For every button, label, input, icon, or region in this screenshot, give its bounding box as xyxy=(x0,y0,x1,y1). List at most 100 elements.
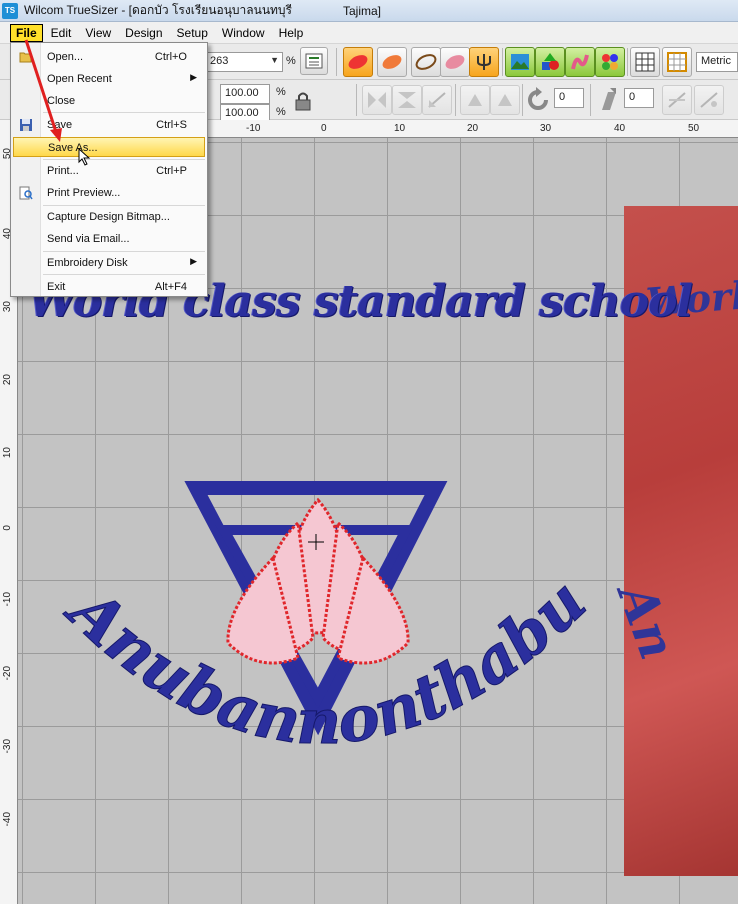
submenu-arrow-icon: ▶ xyxy=(190,256,197,266)
slant-button[interactable] xyxy=(596,86,620,114)
folder-open-icon xyxy=(19,52,32,63)
units-combo[interactable]: Metric xyxy=(696,52,738,72)
menu-separator xyxy=(43,205,205,206)
menu-separator xyxy=(43,112,205,113)
menu-item-open-recent[interactable]: Open Recent ▶ xyxy=(13,69,205,89)
ruler-label: 40 xyxy=(614,123,626,134)
menu-item-print-preview[interactable]: Print Preview... xyxy=(13,183,205,203)
rotate-left-button[interactable] xyxy=(460,85,490,115)
menu-item-open[interactable]: Open... Ctrl+O xyxy=(13,47,205,67)
needle-points-button[interactable] xyxy=(469,47,499,77)
menu-separator xyxy=(43,251,205,252)
file-menu-dropdown: Open... Ctrl+O Open Recent ▶ Close Save … xyxy=(10,42,208,297)
outline-button[interactable] xyxy=(411,47,441,77)
align-diagonal-icon xyxy=(668,92,686,108)
show-hoop-button[interactable] xyxy=(662,47,692,77)
align-button[interactable] xyxy=(662,85,692,115)
shapes-icon xyxy=(542,53,559,70)
toolbar-separator xyxy=(522,84,523,116)
zoom-combo[interactable]: 263 ▼ xyxy=(205,52,283,72)
rotate-45-button[interactable] xyxy=(422,85,452,115)
menu-setup[interactable]: Setup xyxy=(171,24,214,42)
ruler-label: 10 xyxy=(2,447,13,459)
menu-view[interactable]: View xyxy=(79,24,117,42)
window-title-suffix: Tajima] xyxy=(343,4,382,18)
menu-item-close[interactable]: Close xyxy=(13,91,205,111)
ruler-label: -10 xyxy=(246,123,261,134)
ruler-label: 20 xyxy=(467,123,479,134)
menu-bar: File Edit View Design Setup Window Help xyxy=(0,22,738,44)
menu-window[interactable]: Window xyxy=(216,24,271,42)
rotate-angle-button[interactable] xyxy=(526,86,552,114)
menu-separator xyxy=(43,159,205,160)
lock-icon xyxy=(295,92,311,111)
menu-item-save[interactable]: Save Ctrl+S xyxy=(13,115,205,135)
zoom-value: 263 xyxy=(210,55,229,67)
satin-stitch-button[interactable] xyxy=(377,47,407,77)
menu-edit[interactable]: Edit xyxy=(45,24,78,42)
rotate-right-button[interactable] xyxy=(490,85,520,115)
palette-icon xyxy=(602,54,618,70)
rotate-left-icon xyxy=(468,94,482,106)
ruler-label: -10 xyxy=(2,592,13,607)
leaf-outline-icon xyxy=(415,54,437,70)
submenu-arrow-icon: ▶ xyxy=(190,72,197,82)
zoom-percent-label: % xyxy=(286,55,296,67)
slant-icon xyxy=(602,88,616,110)
menu-item-capture-bitmap[interactable]: Capture Design Bitmap... xyxy=(13,207,205,227)
rotate-angle-field[interactable]: 0 xyxy=(554,88,584,108)
menu-item-embroidery-disk[interactable]: Embroidery Disk ▶ xyxy=(13,253,205,273)
stitches-icon xyxy=(571,54,589,70)
ruler-label: -40 xyxy=(2,812,13,827)
magnifier-page-icon xyxy=(19,186,33,200)
ruler-label: 50 xyxy=(688,123,700,134)
menu-design[interactable]: Design xyxy=(119,24,168,42)
properties-button[interactable] xyxy=(300,47,328,75)
menu-separator xyxy=(43,274,205,275)
leaf-pattern-icon xyxy=(382,55,402,69)
show-stitches-button[interactable] xyxy=(565,47,595,77)
mirror-vertical-button[interactable] xyxy=(392,85,422,115)
stitch-pattern-button[interactable] xyxy=(440,47,470,77)
ruler-label: 10 xyxy=(394,123,406,134)
picture-icon xyxy=(511,54,529,70)
mouse-cursor-icon xyxy=(78,147,92,171)
ruler-label: 30 xyxy=(540,123,552,134)
menu-file[interactable]: File xyxy=(10,23,43,42)
rotate-ccw-icon xyxy=(528,87,548,110)
menu-item-exit[interactable]: Exit Alt+F4 xyxy=(13,277,205,297)
color-film-button[interactable] xyxy=(595,47,625,77)
ruler-label: 30 xyxy=(2,301,13,313)
trident-icon xyxy=(477,54,491,70)
slant-angle-field[interactable]: 0 xyxy=(624,88,654,108)
distribute-button[interactable] xyxy=(694,85,724,115)
width-field[interactable]: 100.00 xyxy=(220,84,270,104)
rotate-right-icon xyxy=(498,94,512,106)
show-grid-button[interactable] xyxy=(630,47,660,77)
units-value: Metric xyxy=(701,55,731,67)
mirror-horizontal-button[interactable] xyxy=(362,85,392,115)
height-percent-label: % xyxy=(276,106,286,118)
floppy-disk-icon xyxy=(20,119,32,131)
fill-stitch-button[interactable] xyxy=(343,47,373,77)
rotate-angle-value: 0 xyxy=(559,91,566,103)
menu-help[interactable]: Help xyxy=(273,24,310,42)
ruler-label: -30 xyxy=(2,739,13,754)
title-bar: TS Wilcom TrueSizer - [ดอกบัว โรงเรียนอน… xyxy=(0,0,738,22)
menu-item-send-email[interactable]: Send via Email... xyxy=(13,229,205,249)
lock-proportions-button[interactable] xyxy=(292,90,314,112)
menu-item-print[interactable]: Print... Ctrl+P xyxy=(13,161,205,181)
distribute-icon xyxy=(700,92,718,108)
grid-icon xyxy=(635,52,655,72)
app-icon: TS xyxy=(2,2,18,19)
leaf-pink-icon xyxy=(445,55,465,69)
ruler-label: 20 xyxy=(2,374,13,386)
list-icon xyxy=(305,53,323,69)
height-value: 100.00 xyxy=(225,107,259,119)
ruler-label: 0 xyxy=(321,123,327,134)
show-objects-button[interactable] xyxy=(535,47,565,77)
toolbar-separator xyxy=(455,84,456,116)
menu-item-save-as[interactable]: Save As... xyxy=(13,137,205,157)
show-bitmap-button[interactable] xyxy=(505,47,535,77)
ruler-label: -20 xyxy=(2,666,13,681)
